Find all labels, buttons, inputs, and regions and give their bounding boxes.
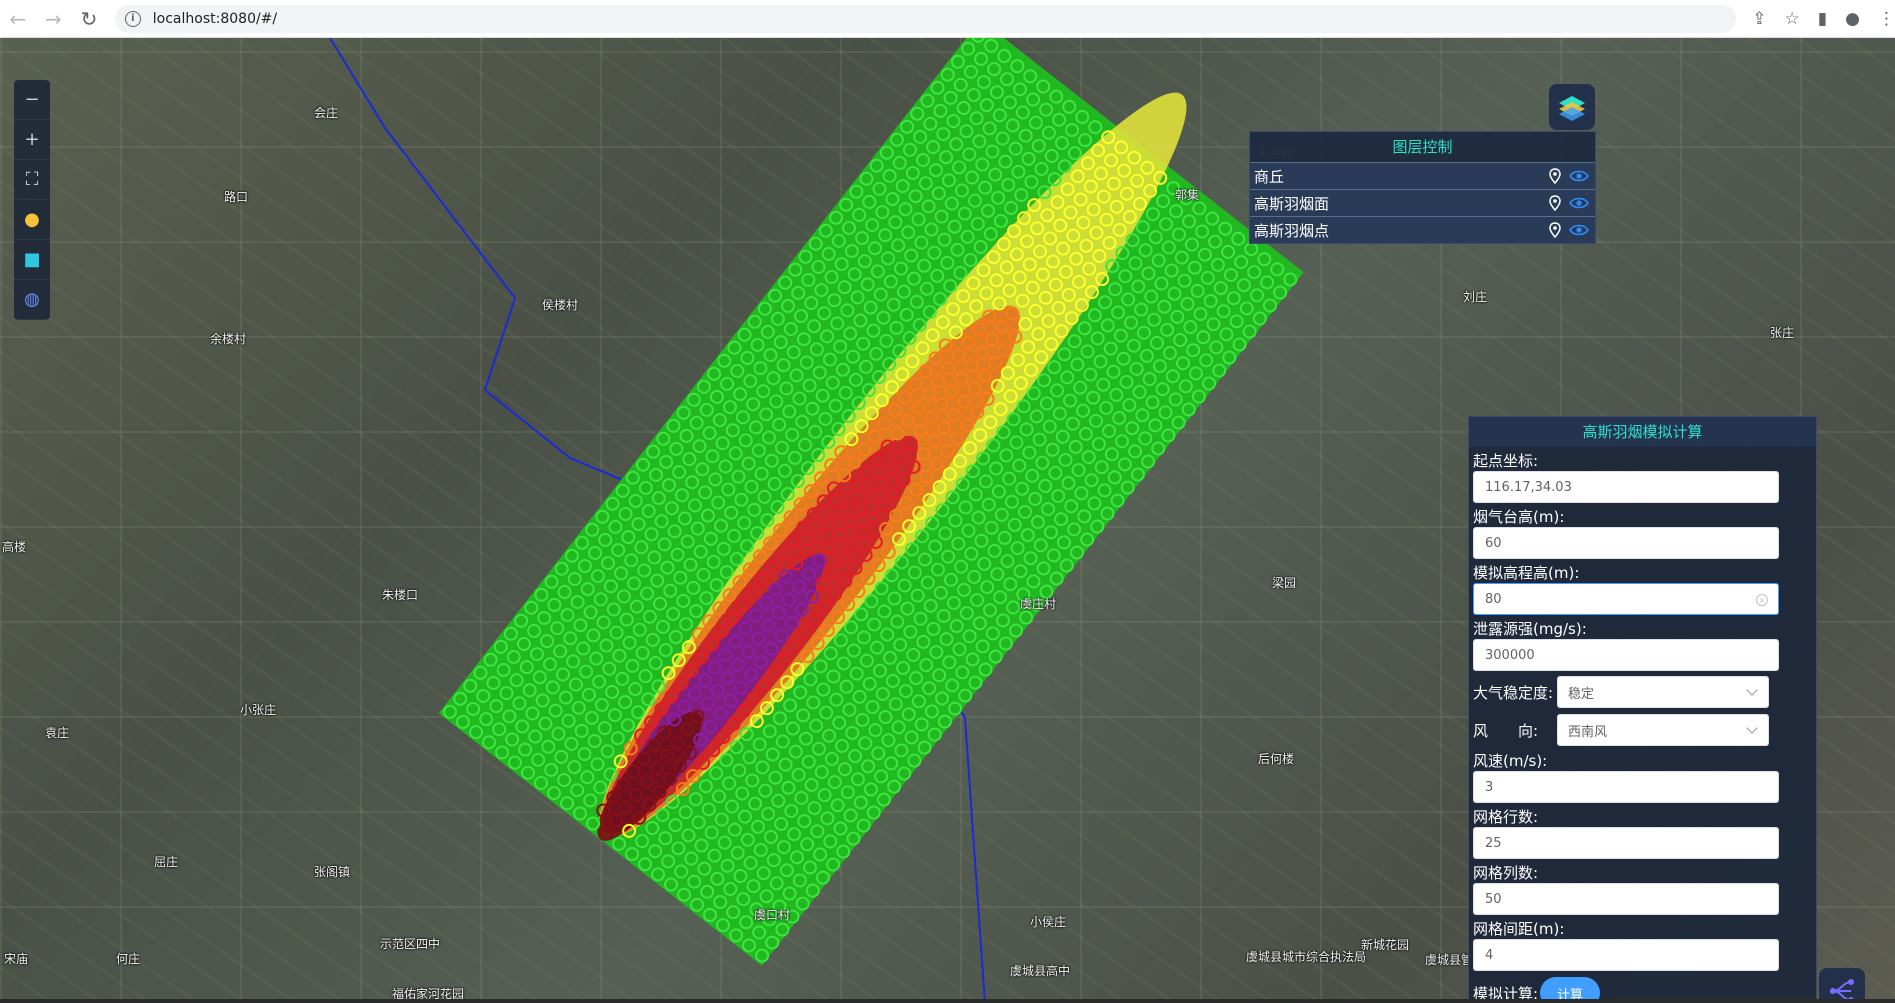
wind-direction-value: 西南风 [1568,724,1608,740]
map-place-label: 屈庄 [154,855,179,869]
map-place-label: 虞城县城市综合执法局 [1246,950,1367,964]
sim-height-value: 80 [1485,591,1502,607]
locate-icon[interactable] [1547,195,1563,211]
network-tool-button[interactable] [1819,968,1865,1003]
map-place-label: 会庄 [314,106,339,120]
stack-height-input[interactable]: 60 [1473,527,1779,559]
toolbox-icon[interactable]: ■ [14,240,50,280]
grid-cols-value: 50 [1485,891,1502,907]
start-coord-input[interactable]: 116.17,34.03 [1473,471,1779,503]
map-place-label: 袁庄 [45,726,70,740]
source-strength-value: 300000 [1485,647,1535,663]
location-pin-icon[interactable]: ● [14,200,50,240]
map-place-label: 虞城县高中 [1010,964,1071,978]
stability-value: 稳定 [1568,686,1595,702]
sim-height-label: 模拟高程高(m): [1473,564,1580,582]
source-strength-input[interactable]: 300000 [1473,639,1779,671]
status-strip [0,999,1895,1003]
fullscreen-icon[interactable]: ⛶ [14,160,50,200]
map-place-label: 刘庄 [1463,290,1488,304]
layers-icon [1559,96,1585,121]
map-place-label: 虞庄村 [1020,597,1057,611]
layer-panel-title: 图层控制 [1392,138,1453,156]
eye-icon[interactable] [1569,169,1589,183]
map-place-label: 小张庄 [240,703,277,717]
wind-direction-label: 风 向: [1473,721,1539,740]
source-strength-label: 泄露源强(mg/s): [1473,620,1587,638]
stack-height-value: 60 [1485,535,1502,551]
browser-toolbar: ← → ↻ i localhost:8080/#/ ⇪ ☆ ▮ ● ⋮ [0,0,1895,38]
map-place-label: 余楼村 [210,332,247,346]
map-place-label: 虞口村 [754,908,791,922]
grid-spacing-input[interactable]: 4 [1473,939,1779,971]
map-place-label: 宋庙 [4,952,29,966]
grid-rows-value: 25 [1485,835,1502,851]
map-place-label: 梁园 [1272,576,1297,590]
eye-icon[interactable] [1569,223,1589,237]
chevron-down-icon [1746,684,1758,696]
wind-speed-label: 风速(m/s): [1473,752,1548,770]
menu-icon[interactable]: ⋮ [1878,9,1895,29]
map-place-label: 何庄 [116,952,141,966]
zoom-out-icon[interactable]: − [14,80,50,120]
map-place-label: 后何楼 [1258,752,1295,766]
grid-rows-input[interactable]: 25 [1473,827,1779,859]
address-bar[interactable]: i localhost:8080/#/ [114,4,1737,33]
url-text: localhost:8080/#/ [152,10,278,27]
layer-row[interactable]: 商丘 [1250,162,1595,189]
back-icon[interactable]: ← [0,0,36,38]
map-place-label: 示范区四中 [380,937,441,951]
forward-icon[interactable]: → [36,0,72,38]
map-place-label: 张阁镇 [314,865,351,879]
layer-label: 商丘 [1254,167,1285,186]
grid-spacing-value: 4 [1485,947,1494,963]
chevron-down-icon [1746,722,1758,734]
map-place-label: 新城花园 [1361,938,1410,952]
bookmark-star-icon[interactable]: ☆ [1785,9,1800,29]
layer-row[interactable]: 高斯羽烟面 [1250,189,1595,216]
clear-icon[interactable]: × [1756,594,1768,606]
map-place-label: 高楼 [2,540,27,554]
map-place-label: 郭集 [1175,188,1200,202]
map-place-label: 路口 [224,190,249,204]
layer-label: 高斯羽烟点 [1254,221,1330,240]
gauss-plume-calc-panel: 高斯羽烟模拟计算 起点坐标: 116.17,34.03 烟气台高(m): 60 … [1468,416,1817,1003]
wind-speed-value: 3 [1485,779,1494,795]
start-coord-label: 起点坐标: [1473,452,1539,470]
globe-icon[interactable]: ◍ [14,280,50,320]
wind-speed-input[interactable]: 3 [1473,771,1779,803]
layer-panel: 图层控制 商丘高斯羽烟面高斯羽烟点 [1249,131,1596,244]
reload-icon[interactable]: ↻ [71,0,107,38]
stability-select[interactable]: 稳定 [1557,676,1769,708]
map-place-label: 小侯庄 [1030,915,1067,929]
calc-panel-title: 高斯羽烟模拟计算 [1469,417,1816,447]
grid-cols-label: 网格列数: [1473,864,1539,882]
map-place-label: 侯楼村 [542,298,579,312]
profile-icon[interactable]: ● [1845,9,1860,29]
locate-icon[interactable] [1547,222,1563,238]
stack-height-label: 烟气台高(m): [1473,508,1565,526]
stability-label: 大气稳定度: [1473,683,1554,702]
locate-icon[interactable] [1547,168,1563,184]
layer-row[interactable]: 高斯羽烟点 [1250,216,1595,243]
layer-control-button[interactable] [1549,84,1595,130]
share-icon[interactable]: ⇪ [1752,9,1766,29]
start-coord-value: 116.17,34.03 [1485,479,1572,495]
sim-height-input[interactable]: 80 × [1473,583,1779,615]
map-place-label: 张庄 [1770,326,1795,340]
wind-direction-select[interactable]: 西南风 [1557,714,1769,746]
map-canvas[interactable]: 会庄 路口 余楼村 侯楼村 朱楼口 小张庄 袁庄 屈庄 张阁镇 示范区四中 宋庙 何庄 福佑家河花园 高楼… [0,38,1895,1003]
grid-rows-label: 网格行数: [1473,808,1539,826]
grid-spacing-label: 网格间距(m): [1473,920,1565,938]
side-panel-icon[interactable]: ▮ [1818,9,1827,29]
grid-cols-input[interactable]: 50 [1473,883,1779,915]
map-toolbar: − + ⛶ ● ■ ◍ [14,80,50,320]
zoom-in-icon[interactable]: + [14,120,50,160]
site-info-icon[interactable]: i [124,10,141,27]
layer-label: 高斯羽烟面 [1254,194,1330,213]
map-place-label: 朱楼口 [382,588,419,602]
eye-icon[interactable] [1569,196,1589,210]
